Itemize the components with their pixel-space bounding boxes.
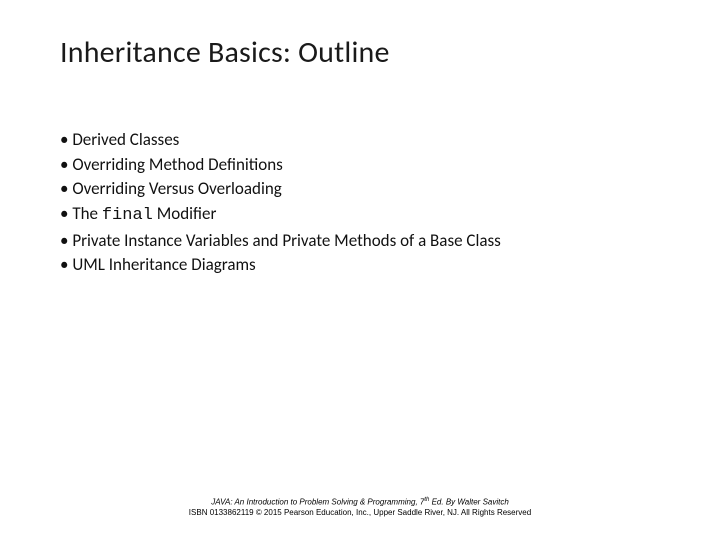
- list-item: Overriding Method Definitions: [60, 153, 660, 178]
- slide-footer: JAVA: An Introduction to Problem Solving…: [0, 497, 720, 518]
- code-text: final: [102, 206, 153, 225]
- bullet-list: Derived Classes Overriding Method Defini…: [60, 128, 660, 278]
- text: The: [72, 203, 102, 224]
- list-item: UML Inheritance Diagrams: [60, 253, 660, 278]
- list-item: Derived Classes: [60, 128, 660, 153]
- list-item: Overriding Versus Overloading: [60, 177, 660, 202]
- footer-line-2: ISBN 0133862119 © 2015 Pearson Education…: [0, 508, 720, 518]
- slide: Inheritance Basics: Outline Derived Clas…: [0, 0, 720, 540]
- slide-title: Inheritance Basics: Outline: [60, 34, 390, 71]
- text: Modifier: [153, 203, 217, 224]
- list-item: The final Modifier: [60, 202, 660, 229]
- text: , 7: [415, 498, 424, 507]
- book-title: JAVA: An Introduction to Problem Solving…: [211, 498, 415, 507]
- list-item: Private Instance Variables and Private M…: [60, 229, 660, 254]
- slide-body: Derived Classes Overriding Method Defini…: [60, 128, 660, 278]
- footer-line-1: JAVA: An Introduction to Problem Solving…: [0, 497, 720, 508]
- text: Ed. By Walter Savitch: [429, 498, 508, 507]
